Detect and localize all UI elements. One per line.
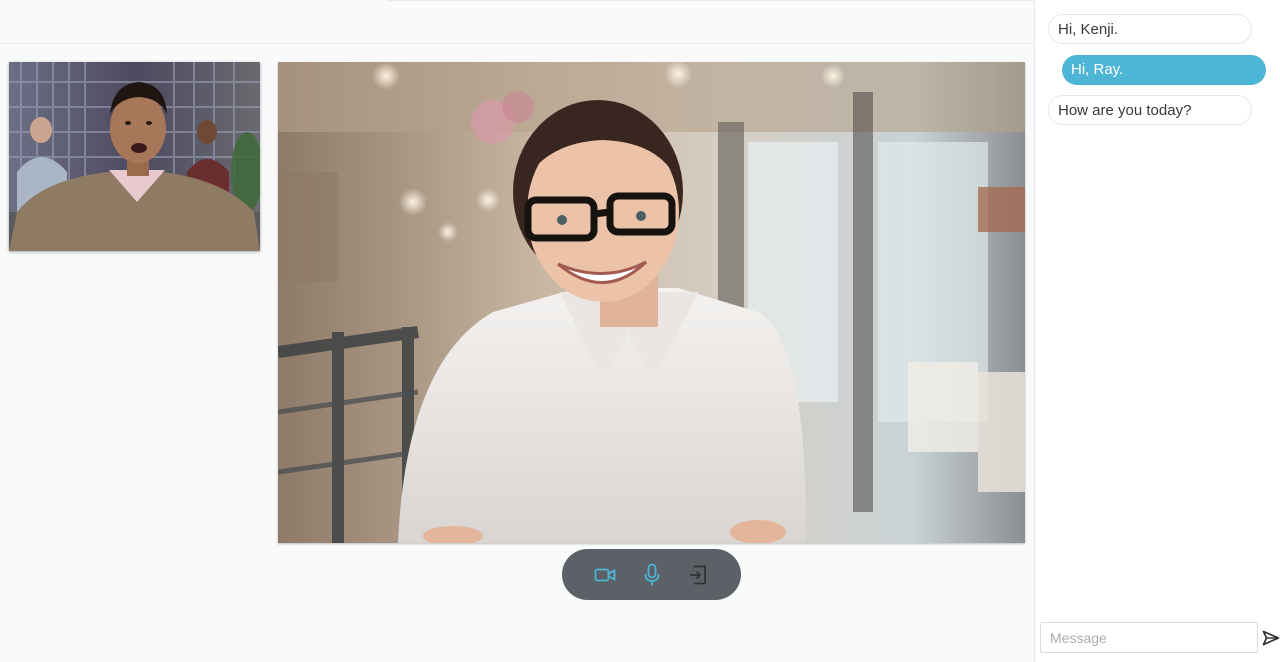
remote-video-image (278, 62, 1025, 543)
microphone-icon (644, 563, 659, 585)
video-chat-app: Hi, Kenji. Hi, Ray. How are you today? (0, 0, 1280, 662)
self-video-image (9, 62, 260, 251)
chat-message-incoming: Hi, Kenji. (1048, 14, 1252, 44)
video-camera-icon (594, 568, 616, 581)
call-controls (562, 549, 741, 600)
camera-toggle-button[interactable] (588, 558, 622, 592)
leave-call-button[interactable] (681, 558, 715, 592)
call-area (0, 0, 1034, 662)
microphone-toggle-button[interactable] (635, 558, 669, 592)
remote-video[interactable] (278, 62, 1025, 543)
chat-message-outgoing: Hi, Ray. (1062, 55, 1266, 85)
message-input[interactable] (1040, 622, 1258, 653)
exit-icon (689, 565, 706, 584)
send-button[interactable] (1261, 627, 1280, 649)
top-bar (0, 0, 1034, 44)
self-video-thumbnail[interactable] (9, 62, 260, 251)
chat-message-incoming: How are you today? (1048, 95, 1252, 125)
send-arrow-icon (1262, 630, 1280, 646)
chat-panel: Hi, Kenji. Hi, Ray. How are you today? (1034, 0, 1280, 662)
